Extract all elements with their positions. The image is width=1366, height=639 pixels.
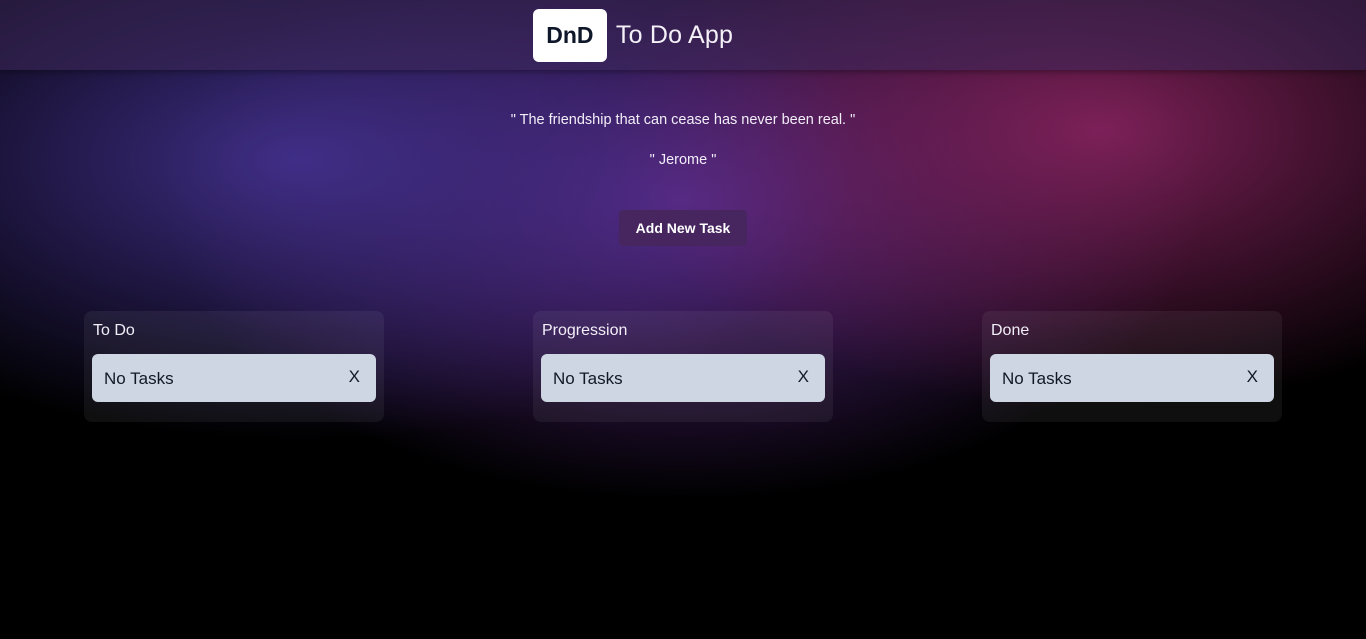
close-task-button[interactable]: X [1247, 367, 1258, 387]
app-logo[interactable]: DnD [532, 8, 607, 62]
task-text: No Tasks [104, 369, 174, 388]
column-done[interactable]: Done No Tasks X [982, 311, 1282, 422]
column-progression[interactable]: Progression No Tasks X [533, 311, 833, 422]
quote-author: " Jerome " [649, 152, 717, 168]
close-task-button[interactable]: X [349, 367, 360, 387]
add-new-task-button[interactable]: Add New Task [619, 210, 747, 246]
task-card[interactable]: No Tasks X [541, 354, 825, 402]
column-todo[interactable]: To Do No Tasks X [84, 311, 384, 422]
column-title: Done [991, 322, 1030, 339]
app-title: To Do App [615, 20, 734, 49]
quote-text: " The friendship that can cease has neve… [510, 112, 856, 128]
task-text: No Tasks [553, 369, 623, 388]
column-title: To Do [93, 322, 135, 339]
task-card[interactable]: No Tasks X [990, 354, 1274, 402]
task-card[interactable]: No Tasks X [92, 354, 376, 402]
app-header: DnD To Do App [0, 0, 1366, 70]
close-task-button[interactable]: X [798, 367, 809, 387]
column-title: Progression [542, 322, 628, 339]
task-text: No Tasks [1002, 369, 1072, 388]
